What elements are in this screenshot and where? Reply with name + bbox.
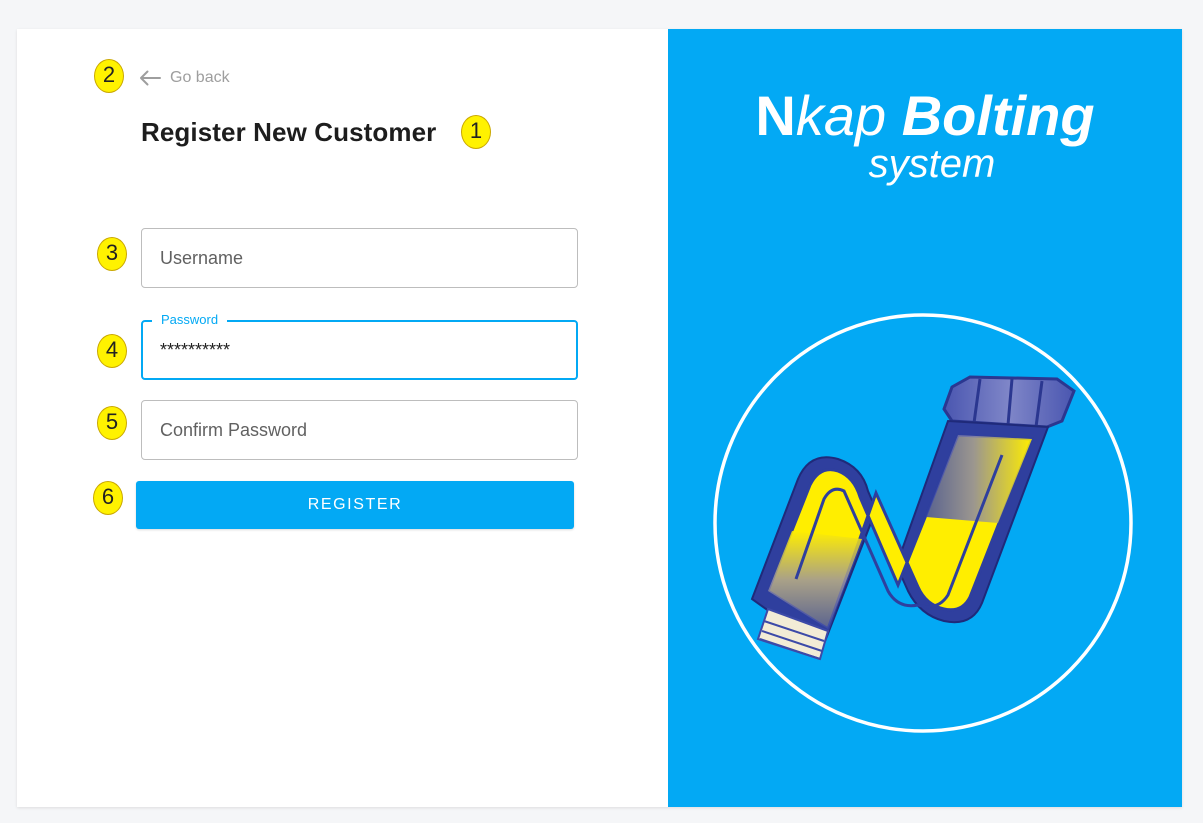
confirm-password-field[interactable] bbox=[141, 400, 578, 460]
brand-n: N bbox=[755, 84, 796, 147]
annotation-badge-3: 3 bbox=[97, 237, 127, 271]
register-card: Go back Register New Customer Password R… bbox=[17, 29, 1182, 807]
username-field[interactable] bbox=[141, 228, 578, 288]
annotation-badge-1: 1 bbox=[461, 115, 491, 149]
annotation-badge-6: 6 bbox=[93, 481, 123, 515]
register-button[interactable]: REGISTER bbox=[136, 481, 574, 529]
username-input[interactable] bbox=[160, 229, 560, 287]
password-input[interactable] bbox=[160, 322, 560, 378]
brand-wordmark: Nkap Bolting system bbox=[668, 84, 1182, 186]
brand-tagline: system bbox=[868, 142, 996, 186]
annotation-badge-5: 5 bbox=[97, 406, 127, 440]
brand-kap: kap bbox=[795, 84, 887, 147]
brand-panel: Nkap Bolting system bbox=[668, 29, 1182, 807]
arrow-left-icon bbox=[140, 70, 161, 86]
password-field[interactable]: Password bbox=[141, 312, 578, 380]
annotation-badge-4: 4 bbox=[97, 334, 127, 368]
brand-bolting: Bolting bbox=[901, 84, 1095, 147]
go-back-link[interactable]: Go back bbox=[139, 67, 230, 89]
page-title: Register New Customer bbox=[141, 117, 437, 147]
annotation-badge-2: 2 bbox=[94, 59, 124, 93]
bolt-logo-icon bbox=[713, 313, 1133, 733]
go-back-label: Go back bbox=[170, 69, 230, 86]
brand-name: Nkap Bolting bbox=[668, 84, 1182, 148]
confirm-password-input[interactable] bbox=[160, 401, 560, 459]
